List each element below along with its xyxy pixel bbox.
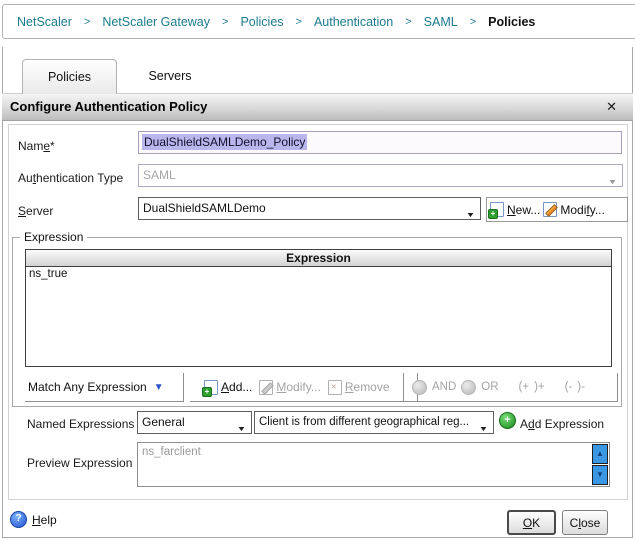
scroll-up-icon[interactable]: ▲	[592, 444, 608, 464]
chevron-down-icon: ▼	[608, 172, 618, 187]
match-mode-dropdown[interactable]: Match Any Expression ▼	[25, 373, 184, 402]
close-paren-plus-button[interactable]: )+	[534, 381, 545, 393]
help-label: Help	[32, 513, 57, 527]
remove-label: Remove	[345, 380, 390, 394]
chevron-down-icon: ▼	[466, 205, 476, 220]
preview-scroll-control: ▲ ▼	[592, 444, 608, 486]
add-expression-row-button[interactable]: + Add...	[204, 380, 252, 395]
remove-page-icon: ✕	[328, 380, 342, 395]
or-operator-icon[interactable]	[461, 380, 476, 395]
ok-button[interactable]: OK	[507, 510, 556, 535]
new-server-button[interactable]: + New...	[490, 202, 540, 217]
remove-expression-button[interactable]: ✕ Remove	[328, 380, 390, 395]
preview-expression-textarea[interactable]: ns_farclient ▲ ▼	[137, 442, 610, 487]
modify-expression-button[interactable]: Modify...	[259, 380, 320, 395]
new-page-icon: +	[490, 202, 504, 217]
tab-policies-label: Policies	[48, 70, 91, 84]
dialog-title: Configure Authentication Policy	[10, 94, 207, 120]
name-input-value: DualShieldSAMLDemo_Policy	[142, 134, 307, 150]
plus-circle-icon[interactable]: +	[499, 412, 516, 429]
name-input[interactable]: DualShieldSAMLDemo_Policy	[138, 131, 622, 154]
server-actions: + New... Modify...	[486, 197, 628, 222]
close-paren-minus-button[interactable]: )-	[577, 381, 585, 393]
modify-server-label: Modify...	[560, 203, 604, 217]
breadcrumb-link-authentication[interactable]: Authentication	[314, 15, 393, 29]
open-paren-plus-button[interactable]: (+	[519, 381, 530, 393]
edit-pencil-icon	[259, 380, 273, 395]
new-server-label: New...	[507, 203, 540, 217]
add-expression-button[interactable]: Add Expression	[520, 417, 604, 431]
named-expression-value: Client is from different geographical re…	[259, 416, 469, 428]
help-icon: ?	[10, 511, 27, 528]
close-button[interactable]: Close	[562, 510, 608, 535]
expression-column-header: Expression	[26, 250, 611, 267]
edit-pencil-icon	[543, 202, 557, 217]
name-label: Name*	[18, 139, 55, 153]
breadcrumb-link-policies[interactable]: Policies	[240, 15, 283, 29]
server-select[interactable]: DualShieldSAMLDemo ▼	[138, 197, 481, 220]
chevron-down-icon: ▼	[479, 419, 489, 434]
breadcrumb-current-policies: Policies	[488, 15, 535, 29]
chevron-right-icon: >	[470, 16, 476, 28]
match-mode-label: Match Any Expression	[28, 380, 147, 394]
close-button-label: Close	[570, 516, 601, 530]
expression-groupbox-legend: Expression	[20, 230, 87, 244]
preview-expression-label: Preview Expression	[27, 456, 132, 470]
open-paren-minus-button[interactable]: (-	[565, 381, 573, 393]
expression-edit-buttons: + Add... Modify... ✕ Remove	[190, 373, 418, 402]
or-operator-label[interactable]: OR	[481, 381, 498, 393]
dialog-titlebar: Configure Authentication Policy ✕	[2, 93, 633, 121]
expression-table: Expression ns_true	[25, 249, 612, 367]
chevron-down-icon: ▼	[154, 382, 164, 393]
modify-server-button[interactable]: Modify...	[543, 202, 604, 217]
add-page-icon: +	[204, 380, 218, 395]
close-icon[interactable]: ✕	[606, 94, 617, 120]
netscaler-policy-page: NetScaler > NetScaler Gateway > Policies…	[0, 0, 635, 542]
category-value: General	[142, 415, 185, 429]
named-expressions-label: Named Expressions	[27, 417, 134, 431]
breadcrumb-link-netscaler[interactable]: NetScaler	[17, 15, 72, 29]
tab-policies[interactable]: Policies	[22, 59, 117, 94]
help-link[interactable]: ? Help	[10, 511, 57, 528]
operator-buttons: AND OR (+ )+ (- )-	[403, 373, 618, 402]
chevron-right-icon: >	[222, 16, 228, 28]
scroll-down-icon[interactable]: ▼	[592, 465, 608, 485]
chevron-right-icon: >	[296, 16, 302, 28]
server-label: Server	[18, 204, 53, 218]
auth-type-label: Authentication Type	[18, 171, 123, 185]
auth-type-value: SAML	[143, 168, 176, 182]
chevron-right-icon: >	[405, 16, 411, 28]
ok-button-label: OK	[523, 516, 540, 530]
preview-expression-value: ns_farclient	[142, 446, 201, 458]
add-label: Add...	[221, 380, 252, 394]
and-operator-icon[interactable]	[412, 380, 427, 395]
modify-label: Modify...	[276, 380, 320, 394]
tab-servers-label: Servers	[148, 69, 191, 83]
named-expression-select[interactable]: Client is from different geographical re…	[254, 411, 494, 434]
expression-table-row[interactable]: ns_true	[26, 267, 611, 281]
breadcrumb: NetScaler > NetScaler Gateway > Policies…	[2, 4, 635, 39]
and-operator-label[interactable]: AND	[432, 381, 456, 393]
named-expression-category-select[interactable]: General ▼	[137, 411, 252, 434]
breadcrumb-link-saml[interactable]: SAML	[424, 15, 458, 29]
auth-type-select[interactable]: SAML ▼	[138, 164, 623, 187]
chevron-right-icon: >	[84, 16, 90, 28]
tab-servers[interactable]: Servers	[130, 59, 210, 93]
breadcrumb-link-netscaler-gateway[interactable]: NetScaler Gateway	[102, 15, 210, 29]
chevron-down-icon: ▼	[237, 419, 247, 434]
server-value: DualShieldSAMLDemo	[143, 201, 266, 215]
